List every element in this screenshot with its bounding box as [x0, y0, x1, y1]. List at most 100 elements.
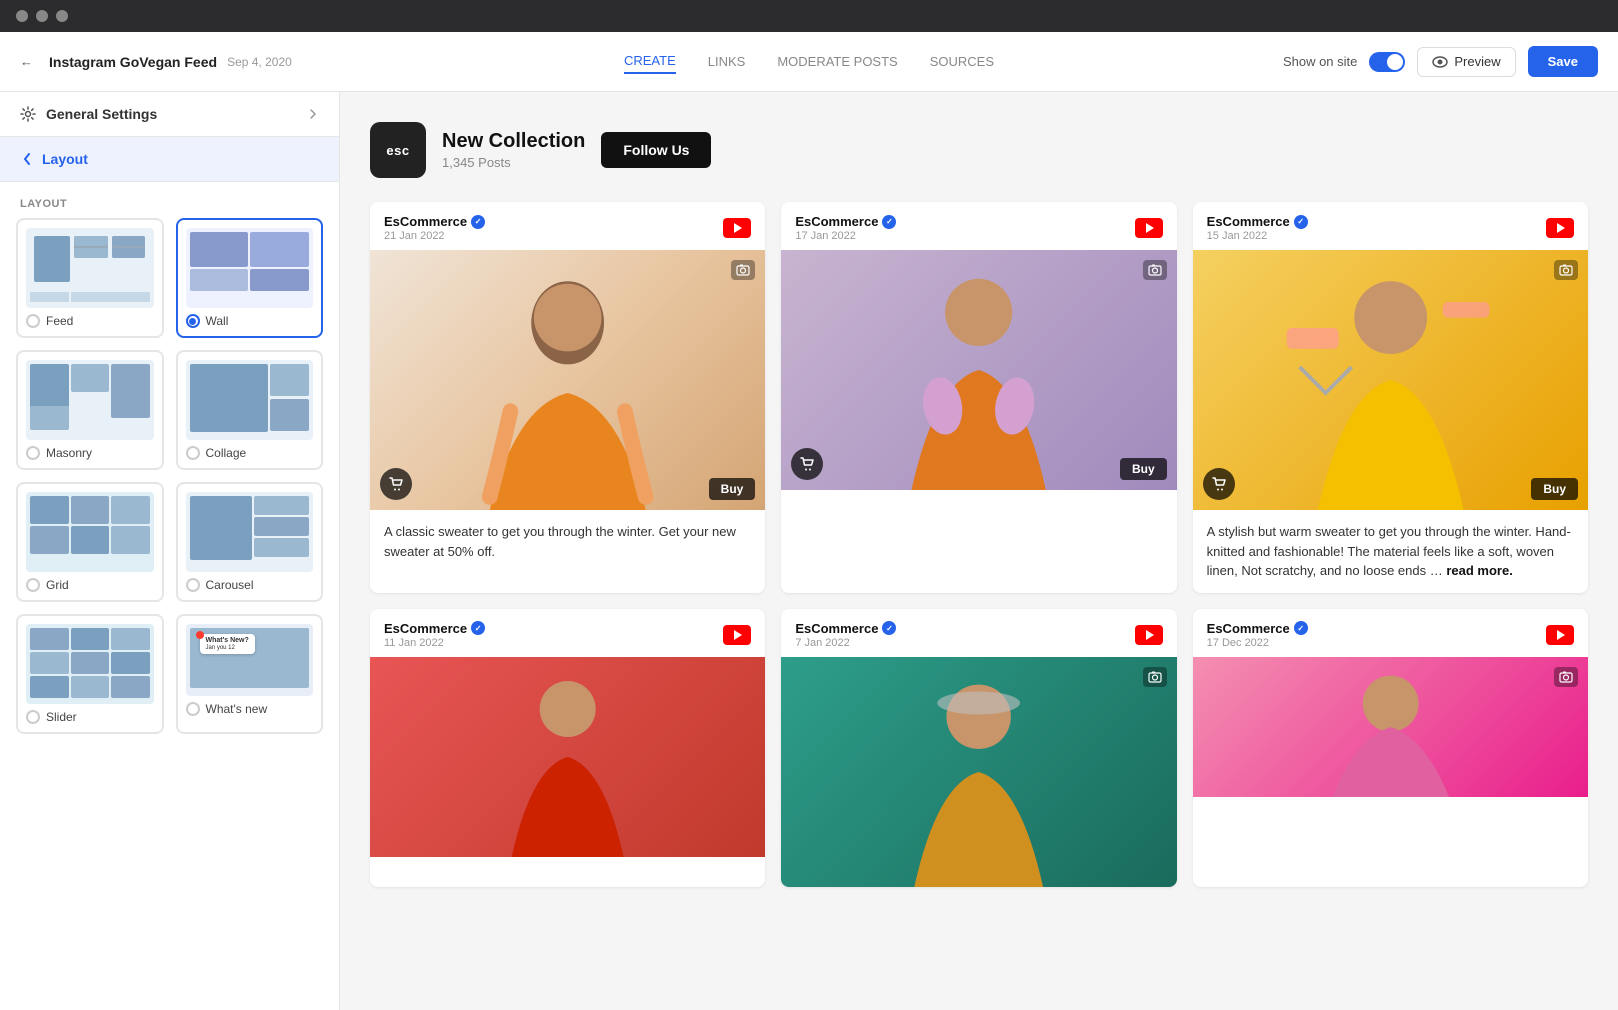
camera-icon-overlay-1	[731, 260, 755, 280]
post-caption-1: A classic sweater to get you through the…	[370, 510, 765, 573]
main-layout: General Settings Layout LAYOUT	[0, 92, 1618, 1010]
post-header-1: EsCommerce ✓ 21 Jan 2022	[370, 202, 765, 250]
post-author-5: EsCommerce ✓ 7 Jan 2022	[795, 621, 896, 649]
layout-whatsnew-name: What's new	[206, 702, 268, 716]
post-image-wrap-2: Buy	[781, 250, 1176, 490]
layout-masonry[interactable]: Masonry	[16, 350, 164, 470]
back-arrow-icon: ←	[20, 54, 33, 69]
layout-wall[interactable]: Wall	[176, 218, 324, 338]
post-image-wrap-6	[1193, 657, 1588, 797]
nav-sources[interactable]: SOURCES	[930, 50, 994, 73]
nav-right: Show on site Preview Save	[1283, 46, 1598, 77]
nav-moderate[interactable]: MODERATE POSTS	[777, 50, 897, 73]
read-more-3[interactable]: read more.	[1446, 563, 1512, 578]
nav-center: CREATE LINKS MODERATE POSTS SOURCES	[624, 49, 994, 74]
show-site-toggle[interactable]	[1369, 52, 1405, 72]
layout-feed-name: Feed	[46, 314, 73, 328]
content-area: esc New Collection 1,345 Posts Follow Us…	[340, 92, 1618, 1010]
layout-carousel-radio[interactable]	[186, 578, 200, 592]
save-button[interactable]: Save	[1528, 46, 1598, 77]
layout-feed[interactable]: Feed	[16, 218, 164, 338]
layout-whatsnew-radio[interactable]	[186, 702, 200, 716]
post-date-4: 11 Jan 2022	[384, 637, 485, 649]
buy-button-2[interactable]: Buy	[1120, 458, 1167, 480]
layout-carousel-name: Carousel	[206, 578, 254, 592]
post-date-2: 17 Jan 2022	[795, 230, 896, 242]
traffic-light-min[interactable]	[36, 10, 48, 22]
post-image-6	[1193, 657, 1588, 797]
layout-slider[interactable]: Slider	[16, 614, 164, 734]
traffic-light-max[interactable]	[56, 10, 68, 22]
nav-links[interactable]: LINKS	[708, 50, 746, 73]
youtube-icon-6	[1546, 625, 1574, 645]
layout-collage-name: Collage	[206, 446, 247, 460]
person-figure-6	[1193, 657, 1588, 797]
layout-grid-radio[interactable]	[26, 578, 40, 592]
verified-badge-6: ✓	[1294, 621, 1308, 635]
post-author-6: EsCommerce ✓ 17 Dec 2022	[1207, 621, 1308, 649]
youtube-icon-4	[723, 625, 751, 645]
post-card-3: EsCommerce ✓ 15 Jan 2022	[1193, 202, 1588, 593]
post-image-wrap-4	[370, 657, 765, 857]
verified-badge-4: ✓	[471, 621, 485, 635]
post-author-3: EsCommerce ✓ 15 Jan 2022	[1207, 214, 1308, 242]
chevron-right-icon	[307, 108, 319, 120]
layout-feed-radio[interactable]	[26, 314, 40, 328]
layout-grid-footer: Grid	[26, 578, 154, 592]
layout-carousel[interactable]: Carousel	[176, 482, 324, 602]
post-header-5: EsCommerce ✓ 7 Jan 2022	[781, 609, 1176, 657]
buy-button-1[interactable]: Buy	[709, 478, 756, 500]
layout-wall-name: Wall	[206, 314, 229, 328]
post-header-4: EsCommerce ✓ 11 Jan 2022	[370, 609, 765, 657]
camera-icon-overlay-3	[1554, 260, 1578, 280]
post-image-5	[781, 657, 1176, 887]
layout-slider-name: Slider	[46, 710, 77, 724]
feed-info-posts: 1,345 Posts	[442, 155, 585, 170]
verified-badge-1: ✓	[471, 215, 485, 229]
post-author-name-4: EsCommerce	[384, 621, 467, 636]
person-figure-5	[781, 657, 1176, 887]
eye-icon	[1432, 54, 1448, 70]
back-button[interactable]: ←	[20, 54, 33, 69]
layout-collage[interactable]: Collage	[176, 350, 324, 470]
title-bar	[0, 0, 1618, 32]
general-settings-section[interactable]: General Settings	[0, 92, 339, 137]
layout-slider-radio[interactable]	[26, 710, 40, 724]
camera-icon-overlay-5	[1143, 667, 1167, 687]
post-header-3: EsCommerce ✓ 15 Jan 2022	[1193, 202, 1588, 250]
post-date-6: 17 Dec 2022	[1207, 637, 1308, 649]
follow-button[interactable]: Follow Us	[601, 132, 711, 168]
post-card-2: EsCommerce ✓ 17 Jan 2022	[781, 202, 1176, 593]
layout-whatsnew[interactable]: What's New?Jan you 12 What's new	[176, 614, 324, 734]
youtube-icon-1	[723, 218, 751, 238]
top-nav: ← Instagram GoVegan Feed Sep 4, 2020 CRE…	[0, 32, 1618, 92]
chevron-left-icon	[20, 152, 34, 166]
posts-grid: EsCommerce ✓ 21 Jan 2022	[370, 202, 1588, 887]
traffic-light-close[interactable]	[16, 10, 28, 22]
layout-section[interactable]: Layout	[0, 137, 339, 182]
layout-options-grid: Feed Wall	[0, 218, 339, 750]
preview-button[interactable]: Preview	[1417, 47, 1515, 77]
nav-create[interactable]: CREATE	[624, 49, 676, 74]
verified-badge-2: ✓	[882, 215, 896, 229]
layout-collage-footer: Collage	[186, 446, 314, 460]
verified-badge-3: ✓	[1294, 215, 1308, 229]
buy-button-3[interactable]: Buy	[1531, 478, 1578, 500]
layout-feed-footer: Feed	[26, 314, 154, 328]
sidebar: General Settings Layout LAYOUT	[0, 92, 340, 1010]
post-image-wrap-1: Buy	[370, 250, 765, 510]
layout-collage-radio[interactable]	[186, 446, 200, 460]
post-card-4: EsCommerce ✓ 11 Jan 2022	[370, 609, 765, 887]
shop-icon-3[interactable]	[1203, 468, 1235, 500]
layout-grid[interactable]: Grid	[16, 482, 164, 602]
layout-masonry-radio[interactable]	[26, 446, 40, 460]
post-date-1: 21 Jan 2022	[384, 230, 485, 242]
layout-wall-radio[interactable]	[186, 314, 200, 328]
post-image-wrap-5	[781, 657, 1176, 887]
post-author-name-6: EsCommerce	[1207, 621, 1290, 636]
post-date-5: 7 Jan 2022	[795, 637, 896, 649]
camera-icon-2	[1148, 263, 1162, 277]
camera-icon-6	[1559, 670, 1573, 684]
post-image-4	[370, 657, 765, 857]
shop-icon-1[interactable]	[380, 468, 412, 500]
